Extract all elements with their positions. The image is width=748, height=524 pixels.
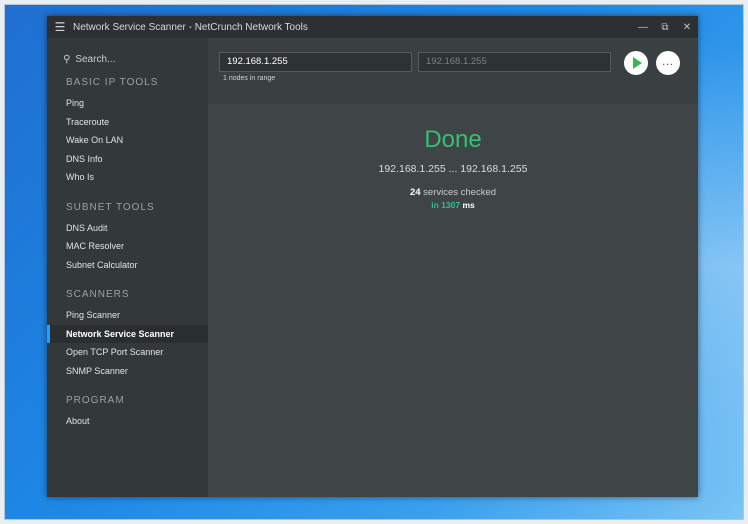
sidebar-item-who-is[interactable]: Who Is	[47, 168, 208, 187]
end-ip-input[interactable]: 192.168.1.255	[418, 52, 611, 72]
start-scan-button[interactable]	[624, 51, 648, 75]
toolbar: 192.168.1.255 192.168.1.255 1 nodes in r…	[208, 38, 698, 104]
close-icon[interactable]: ✕	[676, 22, 698, 33]
section-scanners: SCANNERS	[66, 289, 130, 300]
sidebar-item-subnet-calculator[interactable]: Subnet Calculator	[47, 256, 208, 275]
search-box[interactable]: ⚲ Search...	[47, 44, 208, 74]
scan-time-unit: ms	[460, 200, 475, 210]
sidebar-item-ping-scanner[interactable]: Ping Scanner	[47, 306, 208, 325]
minimize-icon[interactable]: —	[632, 22, 654, 33]
sidebar-item-open-tcp-port-scanner[interactable]: Open TCP Port Scanner	[47, 343, 208, 362]
app-window: ☰ Network Service Scanner - NetCrunch Ne…	[47, 16, 698, 497]
popout-icon[interactable]: ⧉	[654, 22, 676, 33]
sidebar-item-snmp-scanner[interactable]: SNMP Scanner	[47, 362, 208, 381]
sidebar-item-about[interactable]: About	[47, 412, 208, 431]
range-info: 1 nodes in range	[223, 75, 276, 82]
sidebar-item-mac-resolver[interactable]: MAC Resolver	[47, 237, 208, 256]
sidebar: ⚲ Search... BASIC IP TOOLS Ping Tracerou…	[47, 38, 208, 497]
sidebar-item-traceroute[interactable]: Traceroute	[47, 113, 208, 132]
search-icon: ⚲	[63, 53, 71, 65]
more-dots-icon: …	[661, 54, 675, 68]
scanned-range: 192.168.1.255 ... 192.168.1.255	[378, 163, 528, 175]
services-label: services checked	[420, 187, 497, 198]
result-panel: Done 192.168.1.255 ... 192.168.1.255 24 …	[208, 104, 698, 210]
services-checked: 24 services checked	[208, 187, 698, 198]
more-options-button[interactable]: …	[656, 51, 680, 75]
title-bar: ☰ Network Service Scanner - NetCrunch Ne…	[47, 16, 698, 38]
sidebar-item-network-service-scanner[interactable]: Network Service Scanner	[47, 324, 208, 343]
status-done: Done	[424, 126, 482, 153]
window-title: Network Service Scanner - NetCrunch Netw…	[73, 21, 308, 33]
sidebar-item-dns-audit[interactable]: DNS Audit	[47, 219, 208, 238]
play-icon	[633, 57, 642, 69]
main-panel: 192.168.1.255 192.168.1.255 1 nodes in r…	[208, 38, 698, 497]
services-count: 24	[409, 187, 421, 198]
scan-time: in 1307 ms	[208, 200, 698, 210]
section-program: PROGRAM	[66, 395, 125, 406]
menu-icon[interactable]: ☰	[47, 20, 73, 34]
sidebar-item-wake-on-lan[interactable]: Wake On LAN	[47, 131, 208, 150]
sidebar-item-ping[interactable]: Ping	[47, 94, 208, 113]
search-label: Search...	[75, 53, 116, 65]
section-basic-ip-tools: BASIC IP TOOLS	[66, 77, 159, 88]
desktop-background: ☰ Network Service Scanner - NetCrunch Ne…	[4, 4, 744, 520]
sidebar-item-dns-info[interactable]: DNS Info	[47, 150, 208, 169]
start-ip-input[interactable]: 192.168.1.255	[219, 52, 412, 72]
section-subnet-tools: SUBNET TOOLS	[66, 201, 155, 213]
scan-time-value: in 1307	[431, 200, 461, 210]
